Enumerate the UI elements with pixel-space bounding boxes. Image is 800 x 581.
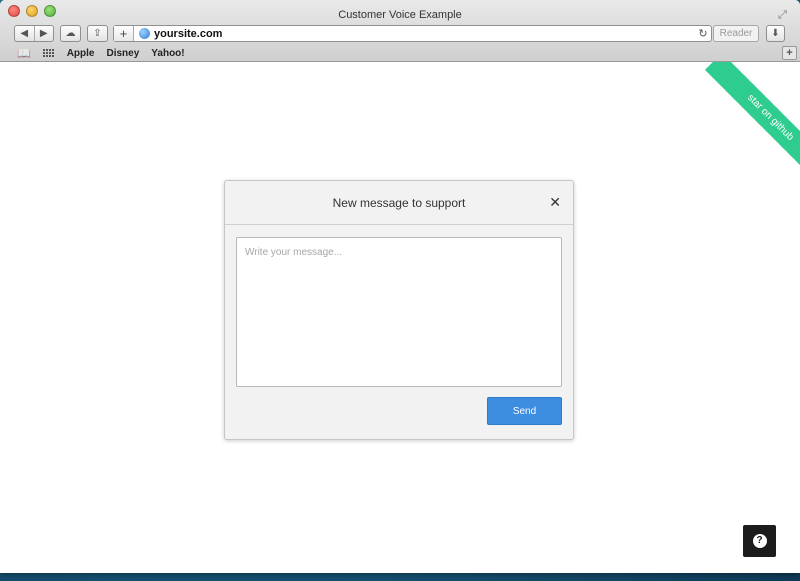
message-input[interactable] [236,237,562,387]
share-button[interactable]: ⇪ [87,25,108,42]
top-sites-icon[interactable] [42,48,55,58]
reader-button[interactable]: Reader [713,25,759,42]
browser-toolbar: Customer Voice Example ⤢ ◀ ▶ ☁ ⇪ + yours… [0,0,800,62]
globe-icon [139,28,150,39]
bookmark-apple[interactable]: Apple [67,48,95,59]
downloads-button[interactable]: ⬇ [766,25,785,42]
send-button[interactable]: Send [487,397,562,425]
help-button[interactable]: ? [743,525,776,557]
modal-title: New message to support [332,196,466,210]
question-icon: ? [752,534,767,548]
back-button[interactable]: ◀ [15,26,34,41]
forward-icon: ▶ [39,28,48,39]
address-bar[interactable]: + yoursite.com ↻ [113,25,712,42]
window-title: Customer Voice Example [338,9,462,21]
new-tab-button[interactable]: + [114,26,134,41]
back-icon: ◀ [20,28,29,39]
add-tab-icon[interactable]: + [782,46,797,60]
bookmarks-bar: 📖 Apple Disney Yahoo! + [0,44,800,62]
forward-button[interactable]: ▶ [33,26,54,41]
browser-window: Customer Voice Example ⤢ ◀ ▶ ☁ ⇪ + yours… [0,0,800,573]
modal-header: New message to support ✕ [225,181,573,225]
support-modal: New message to support ✕ Send [224,180,574,440]
page-content: star on github New message to support ✕ … [0,62,800,573]
plus-icon: + [119,26,128,41]
nav-buttons: ◀ ▶ [14,25,54,42]
github-ribbon[interactable]: star on github [704,62,800,184]
reload-button[interactable]: ↻ [695,27,711,40]
reading-list-icon[interactable]: 📖 [17,47,31,60]
address-text[interactable]: yoursite.com [154,28,695,40]
cloud-icon: ☁ [65,28,76,39]
bookmark-disney[interactable]: Disney [106,48,139,59]
share-icon: ⇪ [93,28,102,39]
download-icon: ⬇ [771,28,780,39]
close-icon[interactable]: ✕ [549,194,561,211]
fullscreen-icon[interactable]: ⤢ [778,9,790,21]
icloud-tabs-button[interactable]: ☁ [60,25,81,42]
reload-icon: ↻ [698,28,708,40]
bookmark-yahoo[interactable]: Yahoo! [151,48,184,59]
